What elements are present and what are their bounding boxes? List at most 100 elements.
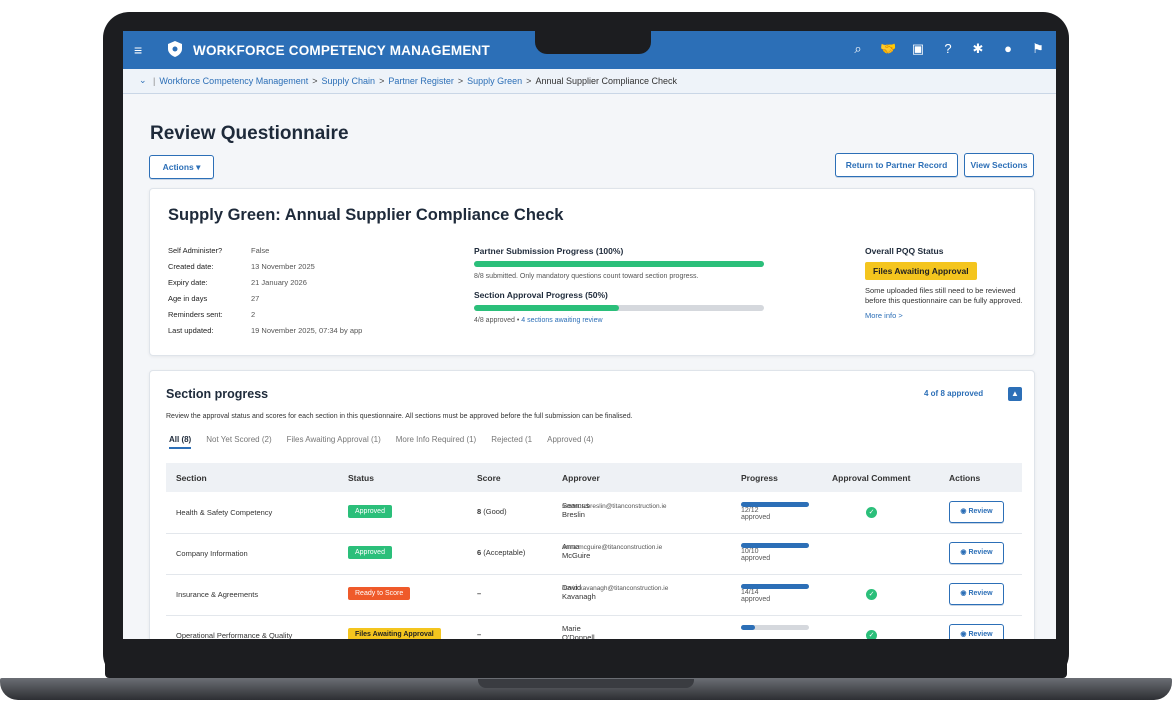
approval-note-row: 4/8 approved • 4 sections awaiting revie… [474,317,764,324]
section-name: Company Information [176,549,248,558]
status-cell: Ready to Score [348,587,411,600]
score-description: (Good) [481,507,507,516]
app-screen: ≡ WORKFORCE COMPETENCY MANAGEMENT ⌕ 🤝 ▣ … [123,31,1056,639]
meta-key: Created date: [168,262,214,271]
shield-logo-icon [168,41,182,57]
approver-email: seamus.breslin@titanconstruction.ie [562,503,667,510]
meta-value: False [251,246,270,255]
actions-dropdown-button[interactable]: Actions ▾ [149,155,214,179]
review-button[interactable]: ◉ Review [949,501,1004,523]
view-sections-button[interactable]: View Sections [964,153,1034,177]
meta-value: 19 November 2025, 07:34 by app [251,326,363,335]
actions-label: Actions [162,162,194,172]
column-header[interactable]: Approver [562,473,600,483]
help-icon[interactable]: ? [940,41,956,57]
breadcrumb: ⌄ | Workforce Competency Management > Suppl… [123,69,1056,94]
questionnaire-title: Supply Green: Annual Supplier Compliance… [168,206,564,224]
table-header: Section Status Score Approver Progress Approv… [166,463,1022,492]
collapse-chevron-up-icon[interactable]: ▲ [1008,387,1022,401]
breadcrumb-sep: > [379,76,385,86]
top-bar-icons: ⌕ 🤝 ▣ ? ✱ ● ⚑ [850,41,1046,57]
section-filter-tabs: All (8) Not Yet Scored (2) Files Awaiting … [169,435,593,449]
status-cell: Files Awaiting Approval [348,628,441,639]
progress-block: Partner Submission Progress (100%) 8/8 s… [474,246,764,324]
section-description: Review the approval status and scores fo… [166,413,633,420]
page-title: Review Questionnaire [150,123,349,144]
column-header[interactable]: Score [477,473,501,483]
handshake-icon[interactable]: 🤝 [880,41,896,57]
review-button[interactable]: ◉ Review [949,624,1004,639]
search-icon[interactable]: ⌕ [850,41,866,57]
overall-status-badge: Files Awaiting Approval [865,262,977,280]
filter-tab[interactable]: Approved (4) [547,435,593,449]
score-cell: – [477,630,481,639]
breadcrumb-current: Annual Supplier Compliance Check [535,76,678,86]
filter-tab[interactable]: More Info Required (1) [396,435,476,449]
filter-tab[interactable]: Files Awaiting Approval (1) [287,435,381,449]
row-progress-text: 14/14 approved [741,589,771,603]
flag-icon[interactable]: ⚑ [1030,41,1046,57]
score-value: – [477,589,482,598]
meta-key: Expiry date: [168,278,208,287]
filter-tab[interactable]: Not Yet Scored (2) [206,435,271,449]
menu-collapse-icon[interactable]: ≡ [134,42,142,58]
tablet-icon[interactable]: ▣ [910,41,926,57]
row-progress-bar [741,625,809,630]
score-cell: – [477,589,481,598]
more-info-link[interactable]: More info > [865,311,1025,320]
review-label: Review [968,549,993,556]
return-to-partner-button[interactable]: Return to Partner Record [835,153,958,177]
section-name: Health & Safety Competency [176,508,273,517]
filter-tab[interactable]: Rejected (1 [491,435,532,449]
score-cell: 8 (Good) [477,507,507,516]
breadcrumb-item[interactable]: Partner Register [388,76,454,86]
meta-key: Self Administer? [168,246,223,255]
caret-down-icon: ▾ [196,162,201,172]
meta-value: 13 November 2025 [251,262,315,271]
awaiting-review-link[interactable]: 4 sections awaiting review [521,317,602,324]
score-description: (Acceptable) [481,548,526,557]
review-button[interactable]: ◉ Review [949,542,1004,564]
meta-value: 27 [251,294,260,303]
row-progress-text: 10/10 approved [741,548,771,562]
user-icon[interactable]: ● [1000,41,1016,57]
approver-name: Marie O'Donnell [562,624,595,639]
breadcrumb-item[interactable]: Workforce Competency Management [159,76,308,86]
summary-card: Supply Green: Annual Supplier Compliance… [149,188,1035,356]
review-label: Review [968,508,993,515]
submission-progress-bar [474,261,764,267]
status-cell: Approved [348,546,392,559]
table-row: Insurance & Agreements Ready to Score – Dav… [166,574,1022,616]
column-header[interactable]: Actions [949,473,980,483]
section-progress-card: Section progress 4 of 8 approved ▲ Revie… [149,370,1035,639]
camera-notch [535,26,651,54]
row-progress-fill [741,625,755,630]
score-cell: 6 (Acceptable) [477,548,525,557]
meta-key: Age in days [168,294,208,303]
status-badge: Ready to Score [348,587,411,600]
section-progress-title: Section progress [166,387,269,401]
approved-count: 4 of 8 approved [924,389,984,398]
submission-progress-fill [474,261,764,267]
status-badge: Files Awaiting Approval [348,628,441,639]
approver-email: anna.mcguire@titanconstruction.ie [562,544,663,551]
column-header[interactable]: Progress [741,473,778,483]
meta-key: Reminders sent: [168,310,223,319]
breadcrumb-item[interactable]: Supply Chain [322,76,376,86]
status-badge: Approved [348,546,392,559]
column-header[interactable]: Section [176,473,207,483]
submission-note: 8/8 submitted. Only mandatory questions … [474,273,699,280]
review-label: Review [968,590,993,597]
column-header[interactable]: Approval Comment [832,473,910,483]
app-title: WORKFORCE COMPETENCY MANAGEMENT [193,43,490,58]
filter-tab[interactable]: All (8) [169,435,192,449]
column-header[interactable]: Status [348,473,374,483]
comment-check-icon: ✓ [866,589,877,600]
review-label: Review [968,631,993,638]
chevron-down-icon[interactable]: ⌄ [139,75,147,86]
meta-row: Age in days 27 [168,294,362,310]
breadcrumb-item[interactable]: Supply Green [467,76,522,86]
gear-icon[interactable]: ✱ [970,41,986,57]
row-progress-text: 12/12 approved [741,507,771,521]
review-button[interactable]: ◉ Review [949,583,1004,605]
